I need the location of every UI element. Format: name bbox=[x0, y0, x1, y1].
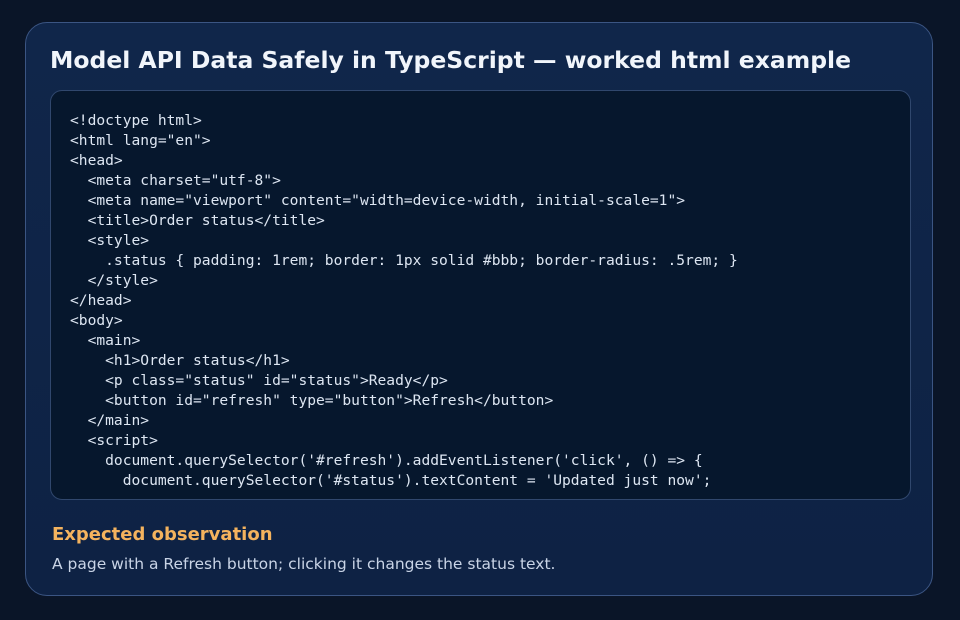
code-line: document.querySelector('#status').textCo… bbox=[70, 472, 712, 489]
code-line: <button id="refresh" type="button">Refre… bbox=[70, 392, 554, 409]
code-line: <body> bbox=[70, 312, 123, 329]
code-block: <!doctype html> <html lang="en"> <head> … bbox=[50, 90, 911, 500]
code-line: <meta name="viewport" content="width=dev… bbox=[70, 192, 686, 209]
code-line: <meta charset="utf-8"> bbox=[70, 172, 281, 189]
code-line: <style> bbox=[70, 232, 150, 249]
code-line: <h1>Order status</h1> bbox=[70, 352, 290, 369]
card-title: Model API Data Safely in TypeScript — wo… bbox=[50, 46, 852, 74]
example-card: Model API Data Safely in TypeScript — wo… bbox=[25, 22, 933, 596]
code-lines: <!doctype html> <html lang="en"> <head> … bbox=[70, 111, 738, 491]
code-line: <script> bbox=[70, 432, 158, 449]
code-line: <html lang="en"> bbox=[70, 132, 211, 149]
code-line: <head> bbox=[70, 152, 123, 169]
code-line: <p class="status" id="status">Ready</p> bbox=[70, 372, 448, 389]
code-line: </style> bbox=[70, 272, 158, 289]
code-line: </head> bbox=[70, 292, 132, 309]
observation-text: A page with a Refresh button; clicking i… bbox=[52, 555, 556, 573]
observation-heading: Expected observation bbox=[52, 524, 273, 545]
code-line: </main> bbox=[70, 412, 150, 429]
code-line: <main> bbox=[70, 332, 141, 349]
code-line: document.querySelector('#refresh').addEv… bbox=[70, 452, 703, 469]
code-line: .status { padding: 1rem; border: 1px sol… bbox=[70, 252, 738, 269]
code-line: <!doctype html> bbox=[70, 112, 202, 129]
code-line: <title>Order status</title> bbox=[70, 212, 325, 229]
